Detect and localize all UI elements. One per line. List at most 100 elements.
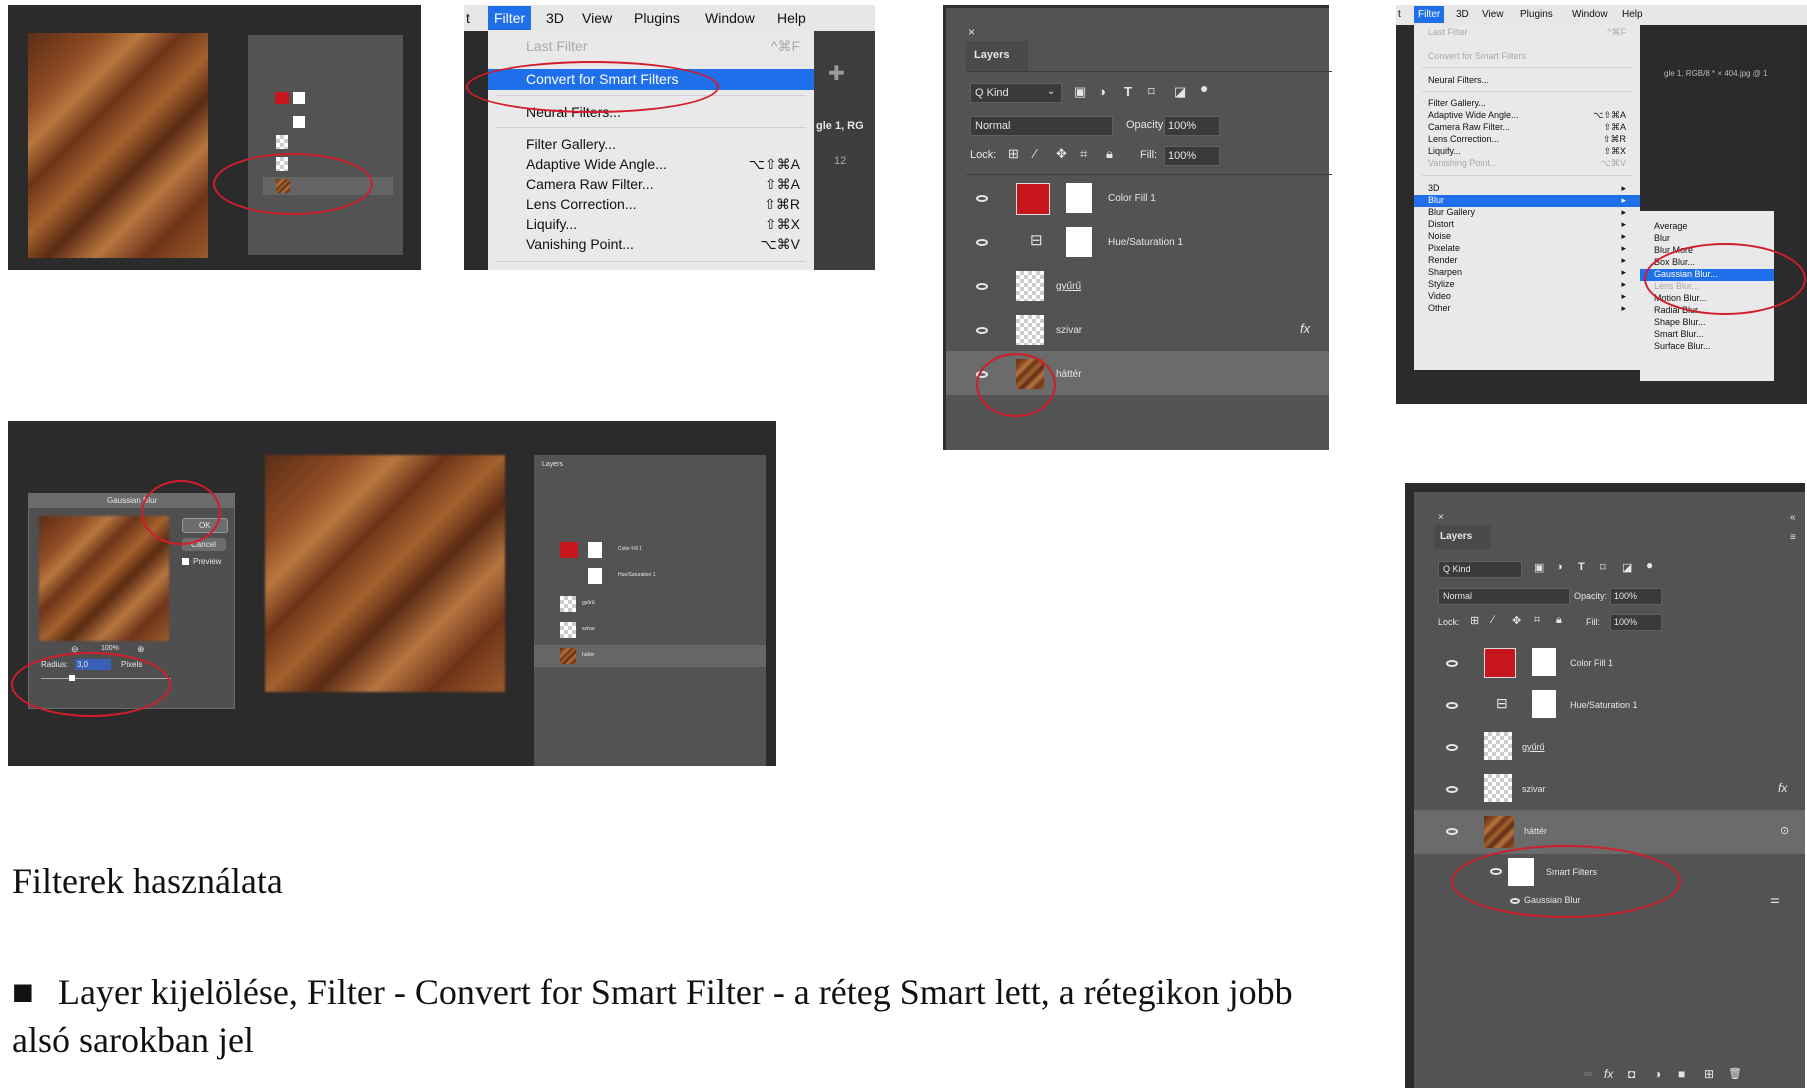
blend-mode-select[interactable]: Normal xyxy=(970,116,1113,136)
close-icon[interactable]: × xyxy=(968,25,975,39)
menu-t[interactable]: t xyxy=(466,10,470,26)
layer-row-hatter[interactable]: háttér xyxy=(946,351,1329,395)
preview-checkbox[interactable] xyxy=(182,558,189,565)
blend-mode-select[interactable]: Normal xyxy=(1438,588,1570,605)
visibility-eye-icon[interactable] xyxy=(976,283,988,290)
lock-pixels-icon[interactable]: ⊞ xyxy=(1008,146,1019,162)
shape-filter-icon[interactable]: ⌑ xyxy=(1148,84,1155,100)
fx-icon[interactable]: fx xyxy=(1778,781,1787,795)
radius-slider-handle[interactable] xyxy=(69,675,75,681)
layer-row-hue-saturation[interactable]: ⊟ Hue/Saturation 1 xyxy=(1414,684,1805,726)
lock-all-icon[interactable]: 🔒︎ xyxy=(1556,614,1562,627)
opacity-field[interactable]: 100% xyxy=(1164,116,1220,136)
menu-item-vanishing-point[interactable]: Vanishing Point... ⌥⌘V xyxy=(1414,158,1640,168)
trash-icon[interactable]: 🗑 xyxy=(1728,1067,1742,1080)
menu-item-3d[interactable]: 3D ▸ xyxy=(1414,183,1640,193)
menu-item-neural-filters[interactable]: Neural Filters... xyxy=(488,104,814,122)
menu-item-video[interactable]: Video ▸ xyxy=(1414,291,1640,301)
visibility-eye-icon[interactable] xyxy=(1446,786,1458,793)
menu-item-adaptive-wide-angle[interactable]: Adaptive Wide Angle... ⌥⇧⌘A xyxy=(1414,110,1640,120)
gaussian-blur-row[interactable]: Gaussian Blur ⚌ xyxy=(1414,890,1805,914)
menu-help[interactable]: Help xyxy=(777,10,806,26)
menu-item-last-filter[interactable]: Last Filter ^⌘F xyxy=(1414,27,1640,37)
fx-add-icon[interactable]: fx xyxy=(1604,1067,1613,1081)
menu-item-other[interactable]: Other ▸ xyxy=(1414,303,1640,313)
adjustment-add-icon[interactable]: ◑ xyxy=(1654,1067,1661,1081)
submenu-item-smart-blur[interactable]: Smart Blur... xyxy=(1640,329,1774,339)
menu-t[interactable]: t xyxy=(1398,9,1401,20)
radius-field[interactable]: 3,0 xyxy=(75,659,111,670)
layers-tab[interactable]: Layers xyxy=(1434,525,1490,549)
type-filter-icon[interactable]: T xyxy=(1578,561,1585,573)
menu-item-render[interactable]: Render ▸ xyxy=(1414,255,1640,265)
menu-item-lens-correction[interactable]: Lens Correction... ⇧⌘R xyxy=(488,196,814,214)
visibility-eye-icon[interactable] xyxy=(976,239,988,246)
layer-row-gyuru[interactable]: gyűrű xyxy=(534,593,766,615)
adjustment-filter-icon[interactable]: ◑ xyxy=(1556,561,1563,573)
radius-slider-track[interactable] xyxy=(41,678,171,679)
layer-row-color-fill[interactable]: Color Fill 1 xyxy=(1414,642,1805,684)
submenu-item-box-blur[interactable]: Box Blur... xyxy=(1640,257,1774,267)
menu-item-stylize[interactable]: Stylize ▸ xyxy=(1414,279,1640,289)
menu-item-vanishing-point[interactable]: Vanishing Point... ⌥⌘V xyxy=(488,236,814,254)
ok-button[interactable]: OK xyxy=(182,518,228,533)
menu-filter[interactable]: Filter xyxy=(488,6,532,30)
mini-layer-row-2[interactable] xyxy=(263,115,393,129)
lock-artboard-icon[interactable]: ⌗ xyxy=(1534,614,1540,627)
menu-item-last-filter[interactable]: Last Filter ^⌘F xyxy=(488,38,814,56)
menu-item-noise[interactable]: Noise ▸ xyxy=(1414,231,1640,241)
visibility-eye-icon[interactable] xyxy=(1446,660,1458,667)
visibility-eye-icon[interactable] xyxy=(976,327,988,334)
group-icon[interactable]: ■ xyxy=(1678,1067,1685,1081)
lock-position-icon[interactable]: ✥ xyxy=(1056,146,1067,162)
layer-row-hue-saturation[interactable]: ⊟ Hue/Saturation 1 xyxy=(946,219,1329,263)
collapse-icon[interactable]: « xyxy=(1790,512,1796,523)
menu-3d[interactable]: 3D xyxy=(1456,9,1469,20)
kind-filter[interactable]: Q Kind xyxy=(1438,561,1522,578)
menu-item-blur[interactable]: Blur ▸ xyxy=(1414,195,1640,207)
visibility-eye-icon[interactable] xyxy=(1510,898,1520,904)
panel-menu-icon[interactable]: ≡ xyxy=(1790,532,1796,543)
menu-item-blur-gallery[interactable]: Blur Gallery ▸ xyxy=(1414,207,1640,217)
menu-filter[interactable]: Filter xyxy=(1414,6,1445,23)
menu-item-adaptive-wide-angle[interactable]: Adaptive Wide Angle... ⌥⇧⌘A xyxy=(488,156,814,174)
menu-3d[interactable]: 3D xyxy=(546,10,564,26)
menu-window[interactable]: Window xyxy=(1572,9,1608,20)
fx-icon[interactable]: fx xyxy=(1300,321,1310,336)
menu-item-convert-smart[interactable]: Convert for Smart Filters xyxy=(488,69,814,90)
layer-row-hatter[interactable]: háttér xyxy=(534,645,766,667)
smart-object-filter-icon[interactable]: ◪ xyxy=(1174,84,1186,100)
visibility-eye-icon[interactable] xyxy=(1490,868,1502,875)
lock-brush-icon[interactable]: ⁄ xyxy=(1034,146,1036,161)
layer-row-gyuru[interactable]: gyűrű xyxy=(946,263,1329,307)
layer-row-szivar[interactable]: szivar xyxy=(534,619,766,641)
mask-add-icon[interactable]: ◘ xyxy=(1628,1067,1635,1081)
submenu-item-blur[interactable]: Blur xyxy=(1640,233,1774,243)
menu-item-neural-filters[interactable]: Neural Filters... xyxy=(1414,75,1640,85)
menu-plugins[interactable]: Plugins xyxy=(1520,9,1553,20)
submenu-item-average[interactable]: Average xyxy=(1640,221,1774,231)
pixel-filter-icon[interactable]: ▣ xyxy=(1074,84,1086,100)
submenu-item-shape-blur[interactable]: Shape Blur... xyxy=(1640,317,1774,327)
pixel-filter-icon[interactable]: ▣ xyxy=(1534,561,1544,574)
menu-item-liquify[interactable]: Liquify... ⇧⌘X xyxy=(1414,146,1640,156)
fill-field[interactable]: 100% xyxy=(1164,146,1220,166)
layer-row-szivar[interactable]: szivar fx xyxy=(946,307,1329,351)
layer-row-hatter[interactable]: háttér ⊙ xyxy=(1414,810,1805,854)
menu-item-sharpen[interactable]: Sharpen ▸ xyxy=(1414,267,1640,277)
menu-help[interactable]: Help xyxy=(1622,9,1643,20)
filter-toggle-icon[interactable]: ● xyxy=(1200,80,1208,96)
link-icon[interactable]: ∞ xyxy=(1584,1068,1592,1080)
layer-row-color-fill[interactable]: Color Fill 1 xyxy=(946,175,1329,219)
submenu-item-lens-blur[interactable]: Lens Blur... xyxy=(1640,281,1774,291)
new-layer-icon[interactable]: ⊞ xyxy=(1704,1067,1714,1081)
layer-row-gyuru[interactable]: gyűrű xyxy=(1414,726,1805,768)
type-filter-icon[interactable]: T xyxy=(1124,84,1132,99)
layers-tab[interactable]: Layers xyxy=(966,41,1028,71)
menu-window[interactable]: Window xyxy=(705,10,755,26)
menu-item-filter-gallery[interactable]: Filter Gallery... xyxy=(1414,98,1640,108)
menu-item-distort[interactable]: Distort ▸ xyxy=(1414,219,1640,229)
cancel-button[interactable]: Cancel xyxy=(182,538,226,551)
menu-item-liquify[interactable]: Liquify... ⇧⌘X xyxy=(488,216,814,234)
mini-layer-row-1[interactable] xyxy=(263,91,393,105)
